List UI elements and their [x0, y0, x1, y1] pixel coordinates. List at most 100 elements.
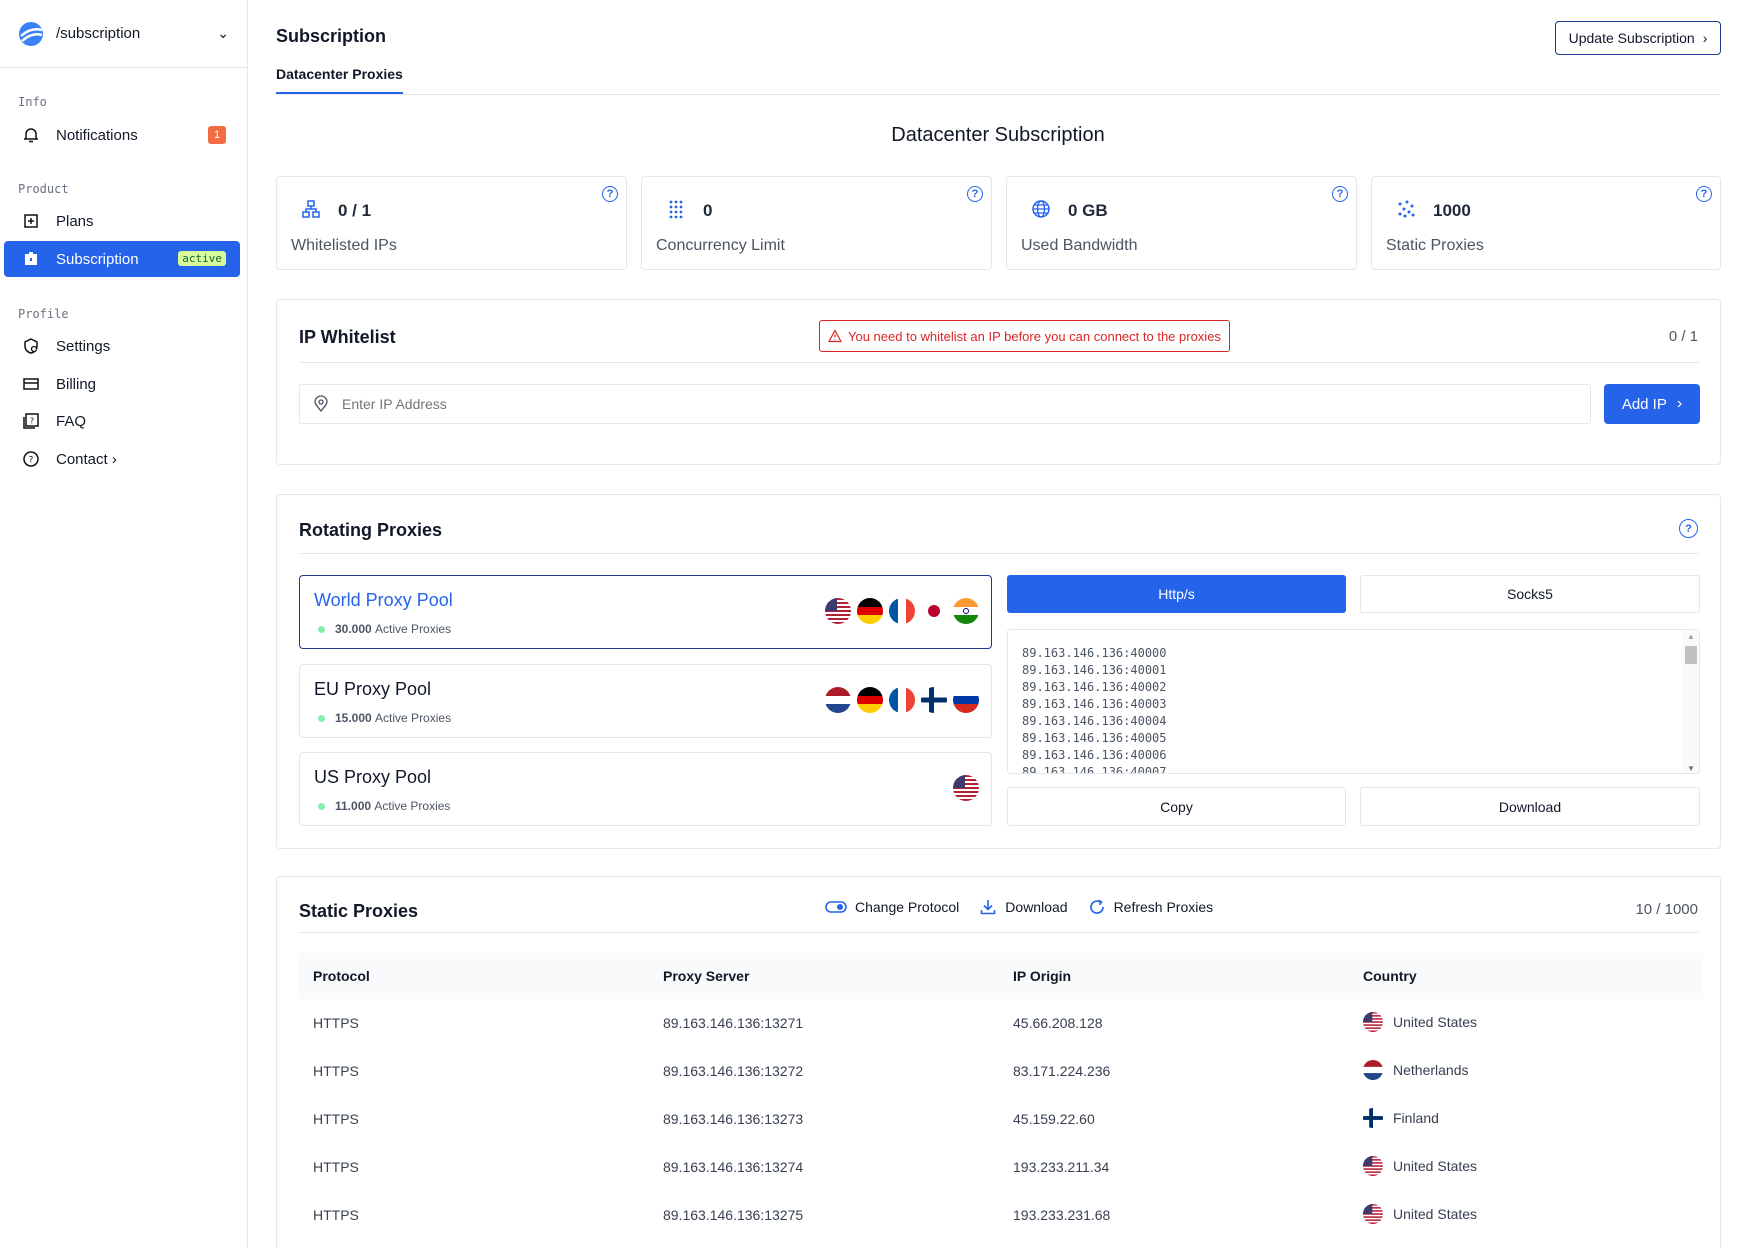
flag-ru-icon [953, 687, 979, 713]
scrollbar-thumb[interactable] [1685, 646, 1697, 664]
update-subscription-button[interactable]: Update Subscription › [1555, 21, 1721, 55]
cell-proxy-server[interactable]: 89.163.146.136:13273 [649, 1095, 999, 1143]
section-profile-label: Profile [18, 307, 69, 321]
country-name: United States [1393, 1205, 1478, 1222]
stat-label: Concurrency Limit [656, 237, 785, 254]
static-download-button[interactable]: Download [979, 898, 1068, 916]
refresh-proxies-button[interactable]: Refresh Proxies [1088, 898, 1214, 916]
download-list-button[interactable]: Download [1360, 787, 1700, 826]
pool-world[interactable]: World Proxy Pool 30.000 Active Proxies [299, 575, 992, 649]
flag-us-icon [1363, 1203, 1383, 1224]
chevron-right-icon: › [1676, 395, 1683, 412]
copy-button[interactable]: Copy [1007, 787, 1346, 826]
sidebar-item-label: Billing [56, 375, 97, 393]
page-title: Subscription [276, 26, 387, 46]
flag-us-icon [1363, 1155, 1383, 1176]
stat-card-concurrency: 0 Concurrency Limit ? [641, 176, 992, 270]
pool-suffix: Active Proxies [375, 622, 452, 636]
sidebar-item-settings[interactable]: Settings [4, 328, 240, 364]
grid-dots-icon [669, 200, 683, 219]
status-dot [318, 802, 325, 810]
toggle-icon [825, 901, 847, 913]
cell-country: Finland [1349, 1095, 1703, 1143]
update-subscription-label: Update Subscription [1568, 30, 1695, 46]
sidebar-item-notifications[interactable]: Notifications 1 [4, 117, 240, 153]
country-name: United States [1393, 1013, 1478, 1030]
flag-us-icon [953, 775, 979, 801]
scroll-down-icon[interactable]: ▼ [1687, 764, 1695, 773]
settings-icon [20, 335, 42, 357]
svg-text:?: ? [29, 456, 34, 466]
column-header-country[interactable]: Country [1349, 953, 1703, 999]
ip-address-input[interactable] [299, 384, 1591, 424]
stat-value: 0 [703, 201, 713, 220]
column-header-protocol[interactable]: Protocol [299, 953, 649, 999]
scroll-up-icon[interactable]: ▲ [1687, 632, 1695, 641]
country-name: Netherlands [1393, 1061, 1469, 1078]
cell-proxy-server[interactable]: 89.163.146.136:13272 [649, 1047, 999, 1095]
sidebar-item-label: FAQ [56, 412, 87, 430]
tab-divider [276, 94, 1720, 95]
flag-jp-icon [921, 598, 947, 624]
ip-whitelist-card: IP Whitelist You need to whitelist an IP… [276, 299, 1721, 465]
flag-in-icon [953, 598, 979, 624]
pool-eu[interactable]: EU Proxy Pool 15.000 Active Proxies [299, 664, 992, 738]
scrollbar[interactable]: ▲ ▼ [1683, 630, 1699, 773]
sidebar-item-contact[interactable]: ? Contact › [4, 441, 240, 477]
help-icon[interactable]: ? [602, 186, 618, 202]
proxy-list-line: 89.163.146.136:40004 [1022, 714, 1167, 728]
pool-count: 30.000 [335, 622, 372, 636]
cell-protocol: HTTPS [313, 1015, 359, 1031]
stat-label: Used Bandwidth [1021, 237, 1138, 254]
sidebar-item-subscription[interactable]: Subscription active [4, 241, 240, 277]
column-header-proxy-server[interactable]: Proxy Server [649, 953, 999, 999]
sidebar-item-label: Plans [56, 212, 94, 230]
cell-proxy-server[interactable]: 89.163.146.136:13274 [649, 1143, 999, 1191]
proxy-list-textarea[interactable]: 89.163.146.136:40000 89.163.146.136:40001… [1007, 629, 1700, 774]
cell-protocol: HTTPS [313, 1111, 359, 1127]
help-icon[interactable]: ? [1332, 186, 1348, 202]
proxy-list-content: 89.163.146.136:40000 89.163.146.136:40001… [1008, 630, 1699, 773]
chevron-down-icon[interactable]: ⌄ [217, 25, 229, 42]
static-download-label: Download [1005, 899, 1068, 915]
column-header-ip-origin[interactable]: IP Origin [999, 953, 1349, 999]
sidebar-item-faq[interactable]: ? FAQ [4, 403, 240, 439]
help-icon[interactable]: ? [1696, 186, 1712, 202]
download-icon [980, 900, 996, 915]
sidebar-item-label: Subscription [56, 250, 139, 268]
protocol-http-tab[interactable]: Http/s [1007, 575, 1346, 613]
location-pin-icon [314, 395, 328, 413]
table-header-row: Protocol Proxy Server IP Origin Country [299, 953, 1703, 999]
section-product-label: Product [18, 182, 69, 196]
country-name: United States [1393, 1157, 1478, 1174]
globe-icon [1032, 200, 1050, 218]
flag-nl-icon [825, 687, 851, 713]
logo-icon [19, 21, 43, 46]
change-protocol-button[interactable]: Change Protocol [825, 898, 959, 916]
help-icon[interactable]: ? [1679, 519, 1698, 538]
subscription-heading: Datacenter Subscription [891, 124, 1105, 146]
help-circle-icon: ? [20, 448, 42, 470]
proxy-list-line: 89.163.146.136:40000 [1022, 646, 1167, 660]
stat-value: 1000 [1433, 201, 1471, 220]
sidebar-item-billing[interactable]: Billing [4, 366, 240, 402]
sidebar-item-plans[interactable]: Plans [4, 203, 240, 239]
cell-country: United States [1349, 1191, 1703, 1239]
tab-datacenter-proxies[interactable]: Datacenter Proxies [276, 66, 403, 94]
pool-us[interactable]: US Proxy Pool 11.000 Active Proxies [299, 752, 992, 826]
protocol-socks5-tab[interactable]: Socks5 [1360, 575, 1700, 613]
cell-proxy-server[interactable]: 89.163.146.136:13271 [649, 999, 999, 1047]
current-path: /subscription [56, 25, 141, 42]
refresh-proxies-label: Refresh Proxies [1113, 899, 1214, 915]
path-selector[interactable]: /subscription ⌄ [0, 0, 247, 68]
cell-protocol: HTTPS [313, 1159, 359, 1175]
status-dot [318, 625, 325, 633]
help-icon[interactable]: ? [967, 186, 983, 202]
ip-address-field[interactable] [342, 396, 1542, 412]
add-ip-button[interactable]: Add IP › [1604, 384, 1700, 424]
divider [299, 553, 1699, 554]
rotating-proxies-card: Rotating Proxies ? World Proxy Pool 30.0… [276, 494, 1721, 849]
flag-us-icon [825, 598, 851, 624]
stat-card-bandwidth: 0 GB Used Bandwidth ? [1006, 176, 1357, 270]
cell-proxy-server[interactable]: 89.163.146.136:13275 [649, 1191, 999, 1239]
